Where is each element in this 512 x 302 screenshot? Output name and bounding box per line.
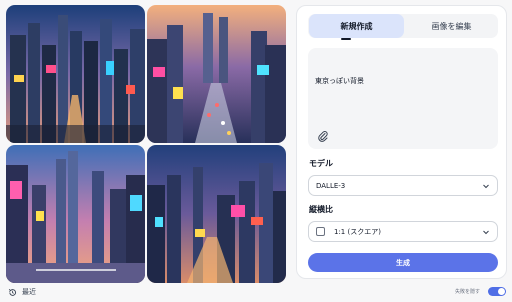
generation-panel: 新規作成 画像を編集 東京っぽい背景 モデル DALLE-3 縦横比 1:1 (…	[296, 5, 507, 279]
city-image-1	[6, 5, 145, 143]
aspect-ratio-select[interactable]: 1:1 (スクエア)	[308, 221, 498, 242]
recent-history-button[interactable]: 最近	[8, 287, 36, 297]
recent-label: 最近	[22, 288, 36, 296]
mode-tabs: 新規作成 画像を編集	[308, 14, 498, 38]
prompt-text[interactable]: 東京っぽい背景	[315, 76, 364, 86]
square-ratio-icon	[316, 227, 325, 236]
city-image-4	[147, 145, 286, 283]
chevron-down-icon	[483, 230, 489, 235]
generate-button[interactable]: 生成	[308, 253, 498, 272]
hide-failed-label: 失敗を隠す	[455, 289, 481, 295]
chevron-down-icon	[483, 184, 489, 189]
city-image-2	[147, 5, 286, 143]
tab-edit-image[interactable]: 画像を編集	[404, 14, 499, 38]
aspect-ratio-selected-value: 1:1 (スクエア)	[334, 227, 381, 236]
hide-failed-toggle[interactable]	[488, 287, 506, 296]
toggle-knob	[498, 288, 505, 295]
model-select[interactable]: DALLE-3	[308, 175, 498, 196]
generated-image-1[interactable]	[6, 5, 145, 143]
prompt-input[interactable]: 東京っぽい背景	[308, 48, 498, 149]
generated-image-3[interactable]	[6, 145, 145, 283]
model-selected-value: DALLE-3	[316, 181, 346, 190]
tab-new[interactable]: 新規作成	[309, 14, 404, 38]
active-tab-indicator	[341, 38, 351, 40]
generated-image-2[interactable]	[147, 5, 286, 143]
paperclip-icon[interactable]	[317, 130, 329, 142]
aspect-ratio-label: 縦横比	[309, 205, 333, 214]
model-label: モデル	[309, 159, 333, 168]
generated-image-4[interactable]	[147, 145, 286, 283]
history-icon	[8, 288, 16, 296]
image-grid	[6, 5, 286, 284]
city-image-3	[6, 145, 145, 283]
